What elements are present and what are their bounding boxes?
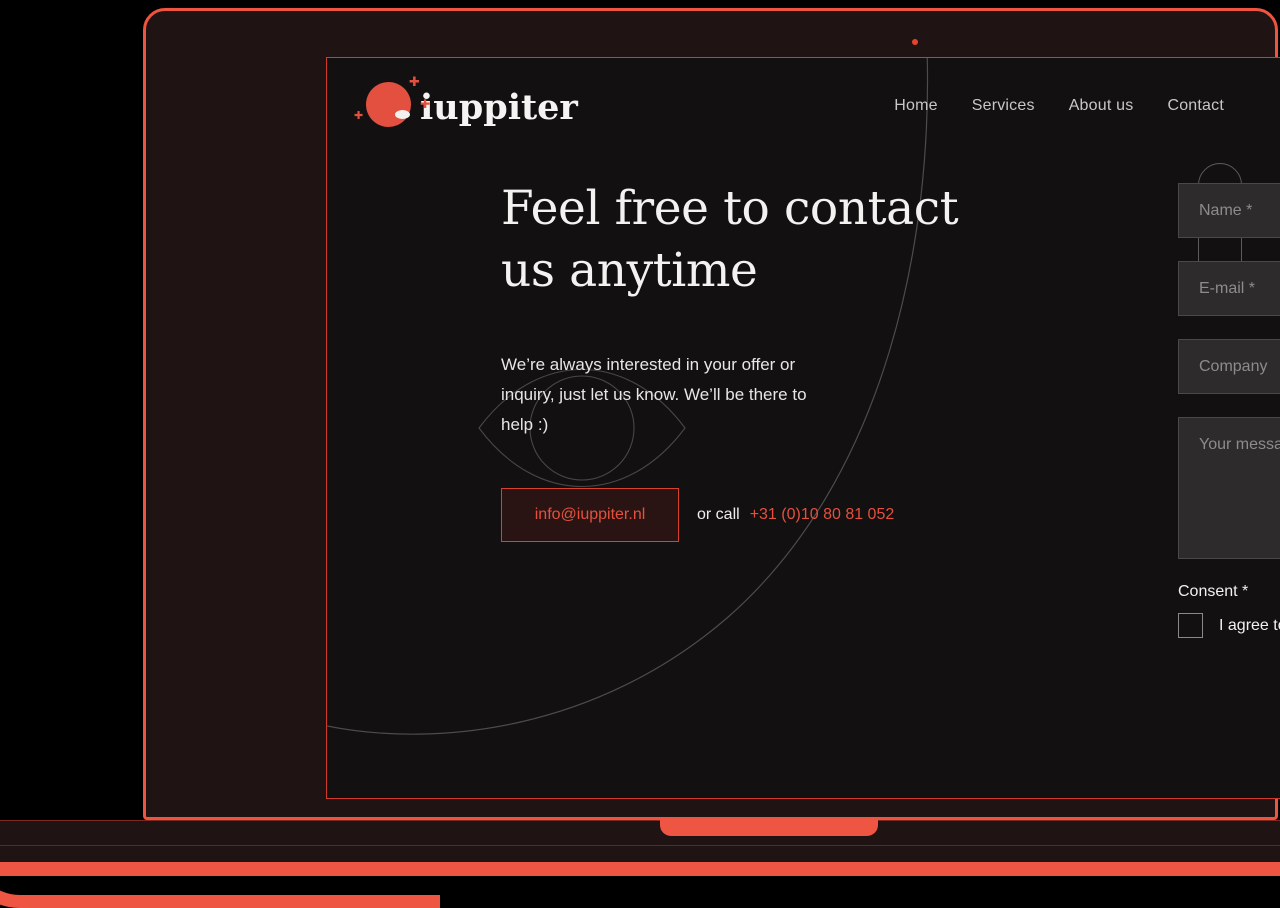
laptop-mockup: ✚ ✚ ✚ iuppiter Home Services About us Co…: [0, 0, 1280, 908]
nav-item-services[interactable]: Services: [972, 97, 1035, 115]
consent-label: Consent *: [1178, 583, 1249, 600]
laptop-screen: ✚ ✚ ✚ iuppiter Home Services About us Co…: [326, 57, 1280, 799]
trackpad-notch: [660, 820, 878, 836]
page-title-line-2: us anytime: [501, 243, 758, 298]
email-button[interactable]: info@iuppiter.nl: [501, 488, 679, 542]
page-title-line-1: Feel free to contact: [501, 181, 959, 236]
site-header: ✚ ✚ ✚ iuppiter Home Services About us Co…: [327, 58, 1280, 158]
consent-text: I agree to the privacy pol: [1219, 616, 1280, 634]
sparkle-icon: ✚: [409, 75, 420, 90]
consent-block: Consent * I agree to the privacy pol: [1178, 583, 1280, 638]
contact-actions: info@iuppiter.nl or call +31 (0)10 80 81…: [501, 488, 1001, 542]
website-page: ✚ ✚ ✚ iuppiter Home Services About us Co…: [327, 58, 1280, 798]
planet-body-icon: [366, 82, 411, 127]
planet-icon: ✚ ✚ ✚: [352, 72, 430, 142]
nav-item-contact[interactable]: Contact: [1167, 97, 1224, 115]
laptop-foot-curve: [0, 848, 440, 908]
nav-item-about-us[interactable]: About us: [1069, 97, 1134, 115]
contact-form: Name * E-mail * Company Your message * C…: [1178, 183, 1280, 638]
nav-item-home[interactable]: Home: [894, 97, 937, 115]
camera-dot-icon: [912, 39, 918, 45]
laptop-lid: ✚ ✚ ✚ iuppiter Home Services About us Co…: [143, 8, 1280, 820]
brand-name: iuppiter: [420, 86, 578, 128]
message-textarea[interactable]: Your message *: [1178, 417, 1280, 559]
company-input[interactable]: Company: [1178, 339, 1280, 394]
hero-paragraph: We’re always interested in your offer or…: [501, 355, 807, 434]
consent-checkbox[interactable]: [1178, 613, 1203, 638]
page-title: Feel free to contact us anytime: [501, 178, 1001, 302]
sparkle-icon: ✚: [354, 109, 364, 122]
brand-logo[interactable]: ✚ ✚ ✚ iuppiter: [352, 72, 578, 142]
phone-number[interactable]: +31 (0)10 80 81 052: [750, 506, 895, 524]
email-input[interactable]: E-mail *: [1178, 261, 1280, 316]
hero-section: Feel free to contact us anytime We’re al…: [501, 178, 1001, 542]
name-input[interactable]: Name *: [1178, 183, 1280, 238]
consent-row: I agree to the privacy pol: [1178, 613, 1280, 638]
main-navigation: Home Services About us Contact: [894, 97, 1224, 115]
sparkle-icon: ✚: [420, 97, 431, 111]
planet-ring-icon: [395, 110, 410, 119]
or-call-label: or call: [697, 506, 740, 523]
